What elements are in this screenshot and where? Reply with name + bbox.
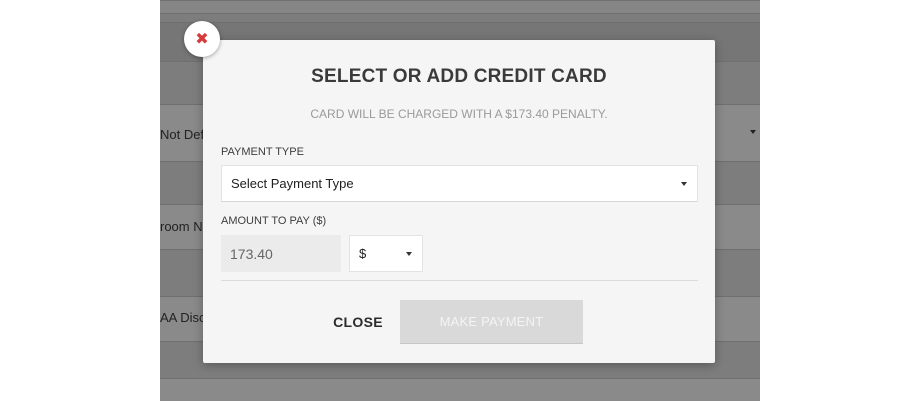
modal-title: SELECT OR ADD CREDIT CARD — [311, 66, 607, 87]
amount-value: 173.40 — [230, 245, 273, 262]
divider — [221, 280, 698, 281]
currency-select[interactable]: $ — [349, 235, 423, 272]
chevron-down-icon — [406, 252, 412, 256]
payment-modal: SELECT OR ADD CREDIT CARD CARD WILL BE C… — [203, 40, 715, 363]
chevron-down-icon — [681, 182, 687, 186]
bg-row — [160, 0, 760, 14]
amount-label: AMOUNT TO PAY ($) — [221, 215, 327, 227]
amount-input[interactable]: 173.40 — [221, 235, 341, 272]
payment-type-value: Select Payment Type — [231, 176, 354, 191]
modal-subtitle: CARD WILL BE CHARGED WITH A $173.40 PENA… — [310, 107, 608, 121]
payment-type-label: PAYMENT TYPE — [221, 146, 304, 158]
modal-close-x-icon[interactable]: ✖ — [184, 21, 220, 57]
make-payment-button[interactable]: MAKE PAYMENT — [400, 300, 583, 344]
close-button[interactable]: CLOSE — [321, 300, 395, 344]
bg-label: room N — [160, 219, 203, 234]
bg-label: Not Def — [160, 127, 205, 142]
bg-label: AA Disc — [160, 310, 206, 325]
bg-row — [160, 378, 760, 401]
payment-type-select[interactable]: Select Payment Type — [221, 165, 698, 202]
currency-value: $ — [359, 246, 367, 261]
bg-caret-icon — [750, 130, 756, 134]
